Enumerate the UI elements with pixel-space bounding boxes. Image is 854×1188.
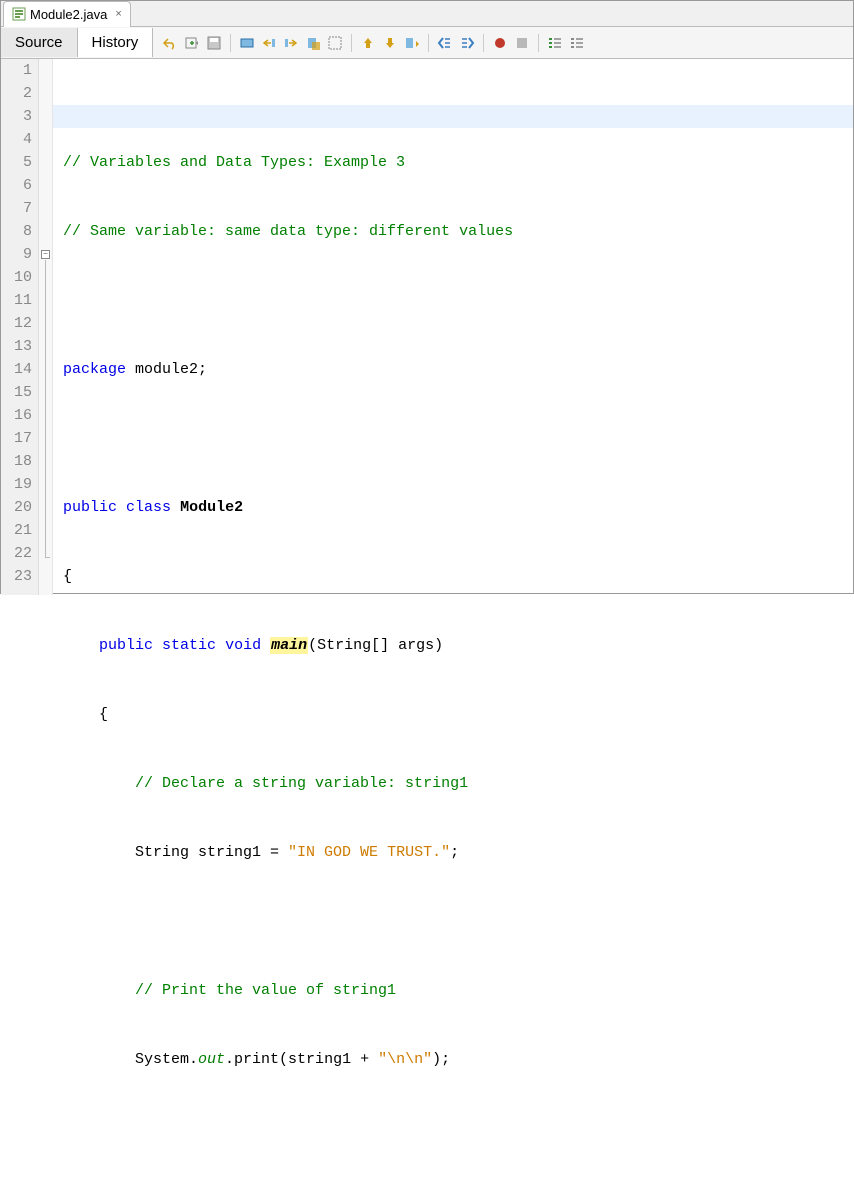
code-line: { bbox=[63, 703, 853, 726]
line-number: 10 bbox=[1, 266, 32, 289]
find-next-icon[interactable] bbox=[282, 34, 300, 52]
line-number: 6 bbox=[1, 174, 32, 197]
line-number: 11 bbox=[1, 289, 32, 312]
macro-stop-icon[interactable] bbox=[513, 34, 531, 52]
toolbar: Source History bbox=[1, 27, 853, 59]
line-number: 3 bbox=[1, 105, 32, 128]
line-number: 22 bbox=[1, 542, 32, 565]
back-icon[interactable] bbox=[161, 34, 179, 52]
java-file-icon bbox=[12, 7, 26, 21]
shift-right-icon[interactable] bbox=[458, 34, 476, 52]
code-content[interactable]: // Variables and Data Types: Example 3 /… bbox=[53, 59, 853, 595]
line-number: 21 bbox=[1, 519, 32, 542]
highlight-icon[interactable] bbox=[304, 34, 322, 52]
toggle-highlight-icon[interactable] bbox=[326, 34, 344, 52]
code-line: // Same variable: same data type: differ… bbox=[63, 220, 853, 243]
code-line: public static void main(String[] args) bbox=[63, 634, 853, 657]
code-line: public class Module2 bbox=[63, 496, 853, 519]
code-line: // Declare a string variable: string1 bbox=[63, 772, 853, 795]
line-number: 1 bbox=[1, 59, 32, 82]
line-number: 15 bbox=[1, 381, 32, 404]
prev-bookmark-icon[interactable] bbox=[359, 34, 377, 52]
line-number: 16 bbox=[1, 404, 32, 427]
current-line-highlight bbox=[53, 105, 853, 128]
line-number: 4 bbox=[1, 128, 32, 151]
code-line bbox=[63, 289, 853, 312]
code-line: // Print the value of string1 bbox=[63, 979, 853, 1002]
separator bbox=[230, 34, 231, 52]
line-number: 17 bbox=[1, 427, 32, 450]
line-number: 20 bbox=[1, 496, 32, 519]
line-number: 7 bbox=[1, 197, 32, 220]
code-line: { bbox=[63, 565, 853, 588]
line-number: 9 bbox=[1, 243, 32, 266]
tab-history[interactable]: History bbox=[78, 28, 154, 57]
comment-icon[interactable] bbox=[546, 34, 564, 52]
file-tab[interactable]: Module2.java × bbox=[3, 1, 131, 27]
line-number: 5 bbox=[1, 151, 32, 174]
separator bbox=[483, 34, 484, 52]
next-bookmark-icon[interactable] bbox=[381, 34, 399, 52]
code-line: System.out.print(string1 + "\n\n"); bbox=[63, 1048, 853, 1071]
line-number: 14 bbox=[1, 358, 32, 381]
line-number-gutter: 1234567891011121314151617181920212223 bbox=[1, 59, 39, 595]
editor[interactable]: 1234567891011121314151617181920212223 − … bbox=[1, 59, 853, 595]
line-number: 23 bbox=[1, 565, 32, 588]
toolbar-icons bbox=[153, 34, 586, 52]
code-line bbox=[63, 1117, 853, 1140]
forward-icon[interactable] bbox=[183, 34, 201, 52]
toggle-bookmark-icon[interactable] bbox=[403, 34, 421, 52]
file-tab-bar: Module2.java × bbox=[1, 1, 853, 27]
fold-toggle-icon[interactable]: − bbox=[41, 250, 50, 259]
find-selection-icon[interactable] bbox=[238, 34, 256, 52]
code-line bbox=[63, 427, 853, 450]
fold-line bbox=[45, 260, 46, 557]
separator bbox=[428, 34, 429, 52]
code-line: // Variables and Data Types: Example 3 bbox=[63, 151, 853, 174]
line-number: 18 bbox=[1, 450, 32, 473]
file-tab-label: Module2.java bbox=[30, 7, 107, 22]
line-number: 8 bbox=[1, 220, 32, 243]
line-number: 19 bbox=[1, 473, 32, 496]
code-line: package module2; bbox=[63, 358, 853, 381]
uncomment-icon[interactable] bbox=[568, 34, 586, 52]
shift-left-icon[interactable] bbox=[436, 34, 454, 52]
separator bbox=[351, 34, 352, 52]
line-number: 2 bbox=[1, 82, 32, 105]
separator bbox=[538, 34, 539, 52]
macro-record-icon[interactable] bbox=[491, 34, 509, 52]
line-number: 12 bbox=[1, 312, 32, 335]
save-icon[interactable] bbox=[205, 34, 223, 52]
line-number: 13 bbox=[1, 335, 32, 358]
code-line: String string1 = "IN GOD WE TRUST."; bbox=[63, 841, 853, 864]
find-prev-icon[interactable] bbox=[260, 34, 278, 52]
code-line: // Modify the value of string1 by assign… bbox=[63, 1186, 853, 1188]
tab-source[interactable]: Source bbox=[1, 28, 78, 57]
close-icon[interactable]: × bbox=[115, 8, 121, 20]
code-line bbox=[63, 910, 853, 933]
fold-end bbox=[45, 557, 50, 558]
fold-gutter: − bbox=[39, 59, 53, 595]
